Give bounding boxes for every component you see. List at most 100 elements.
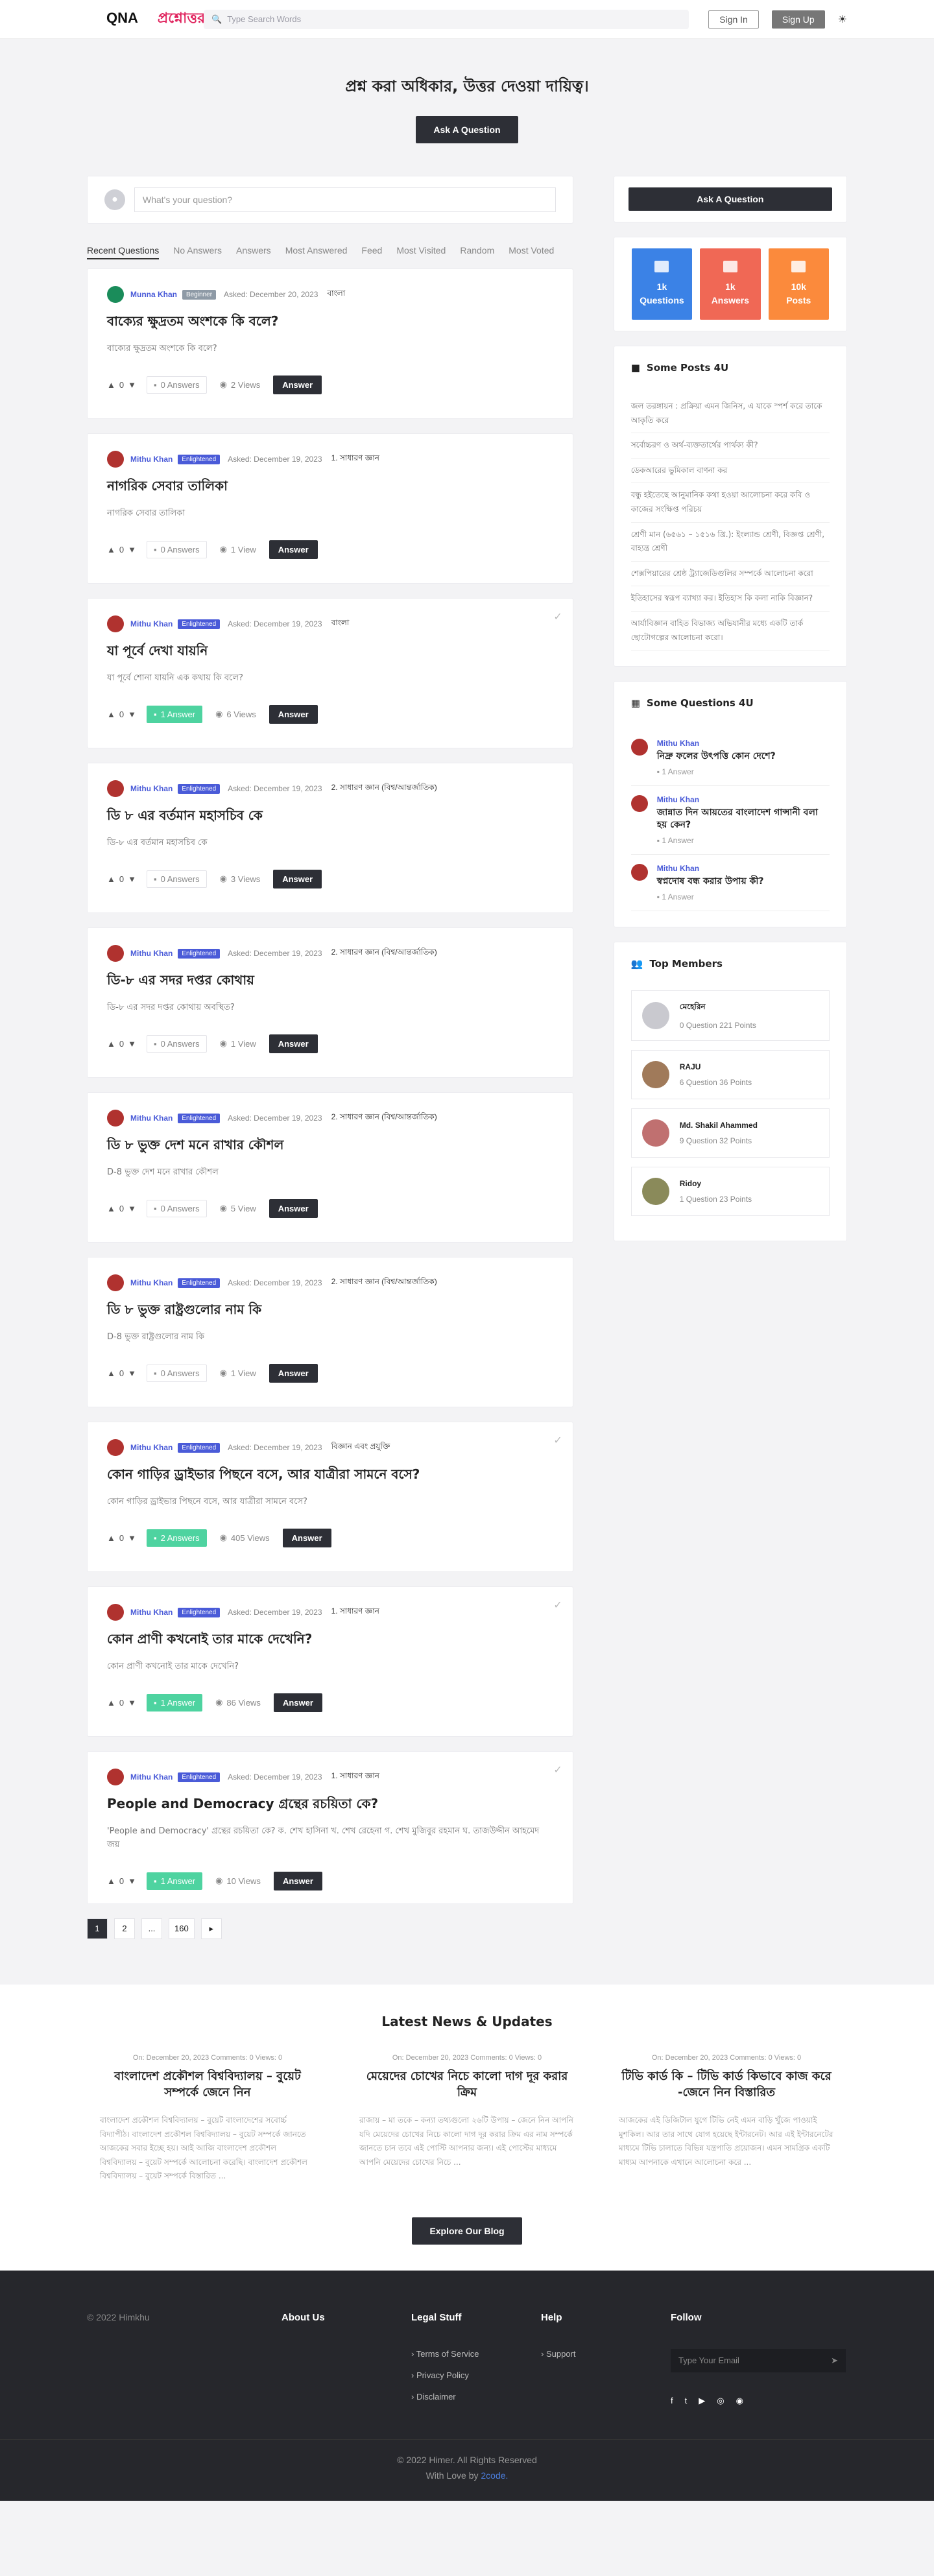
author-name[interactable]: Mithu Khan xyxy=(130,1278,173,1287)
member-card[interactable]: RAJU 6 Question 36 Points xyxy=(630,1049,830,1099)
avatar[interactable] xyxy=(107,451,124,468)
answer-button[interactable]: Answer xyxy=(273,375,322,394)
twitter-icon[interactable]: t xyxy=(685,2396,688,2406)
question-input[interactable]: What's your question? xyxy=(134,187,556,212)
newsletter-input[interactable]: Type Your Email ➤ xyxy=(671,2348,846,2372)
answer-button[interactable]: Answer xyxy=(273,869,322,888)
tab-answers[interactable]: Answers xyxy=(236,245,271,259)
support-link[interactable]: › Support xyxy=(541,2349,671,2359)
author-name[interactable]: Mithu Khan xyxy=(657,864,764,873)
send-icon[interactable]: ➤ xyxy=(831,2355,838,2366)
tab-most-voted[interactable]: Most Voted xyxy=(509,245,554,259)
question-title[interactable]: ডি ৮ এর বর্তমান মহাসচিব কে xyxy=(107,806,553,828)
vote-up-icon[interactable]: ▲ xyxy=(107,545,115,555)
answers-count[interactable]: ▪ 1 Answer xyxy=(146,1872,203,1890)
member-name[interactable]: Md. Shakil Ahammed xyxy=(680,1121,758,1130)
answer-button[interactable]: Answer xyxy=(269,1034,318,1053)
author-name[interactable]: Mithu Khan xyxy=(130,949,173,958)
vote-down-icon[interactable]: ▼ xyxy=(128,710,136,719)
vote-down-icon[interactable]: ▼ xyxy=(128,1204,136,1213)
vote-down-icon[interactable]: ▼ xyxy=(128,545,136,555)
site-logo[interactable]: QNA প্রশ্নোত্তর xyxy=(87,7,205,31)
privacy-link[interactable]: › Privacy Policy xyxy=(411,2370,541,2380)
question-title[interactable]: People and Democracy গ্রন্থের রচয়িতা কে… xyxy=(107,1795,553,1816)
vote-down-icon[interactable]: ▼ xyxy=(128,874,136,884)
member-card[interactable]: Md. Shakil Ahammed 9 Question 32 Points xyxy=(630,1108,830,1158)
side-question-title[interactable]: স্বপ্নদোষ বন্ধ করার উপায় কী? xyxy=(657,876,764,888)
avatar[interactable] xyxy=(630,739,648,756)
vote-down-icon[interactable]: ▼ xyxy=(128,1698,136,1708)
question-title[interactable]: ডি ৮ ভুক্ত রাষ্ট্রগুলোর নাম কি xyxy=(107,1300,553,1322)
vote-up-icon[interactable]: ▲ xyxy=(107,1204,115,1213)
avatar[interactable] xyxy=(107,1274,124,1291)
avatar[interactable] xyxy=(107,1439,124,1456)
avatar[interactable] xyxy=(630,794,648,812)
vote-up-icon[interactable]: ▲ xyxy=(107,380,115,390)
disclaimer-link[interactable]: › Disclaimer xyxy=(411,2392,541,2402)
sign-in-button[interactable]: Sign In xyxy=(708,10,759,29)
answer-button[interactable]: Answer xyxy=(282,1528,331,1547)
page-1[interactable]: 1 xyxy=(87,1918,108,1939)
question-title[interactable]: কোন গাড়ির ড্রাইভার পিছনে বসে, আর যাত্রী… xyxy=(107,1465,553,1486)
vote-up-icon[interactable]: ▲ xyxy=(107,1533,115,1543)
avatar[interactable] xyxy=(107,1110,124,1127)
vote-up-icon[interactable]: ▲ xyxy=(107,710,115,719)
news-title-link[interactable]: মেয়েদের চোখের নিচে কালো দাগ দূর করার ক্… xyxy=(359,2068,575,2101)
explore-blog-button[interactable]: Explore Our Blog xyxy=(412,2217,522,2245)
avatar[interactable] xyxy=(641,1119,669,1147)
page-160[interactable]: 160 xyxy=(169,1918,195,1939)
tab-random[interactable]: Random xyxy=(460,245,494,259)
youtube-icon[interactable]: ▶ xyxy=(699,2396,705,2406)
post-link[interactable]: ডেকআরের ভুমিকাল বাণনা কর xyxy=(630,459,830,484)
question-title[interactable]: কোন প্রাণী কখনোই তার মাকে দেখেনি? xyxy=(107,1630,553,1651)
avatar[interactable] xyxy=(641,1177,669,1205)
category-link[interactable]: 2. সাধারণ জ্ঞান (বিশ্ব/আন্তর্জাতিক) xyxy=(331,1112,437,1125)
post-link[interactable]: শ্রেণী মান (৬৫৬১ – ১৫১৬ খ্রি.): ইংল্যান্… xyxy=(630,523,830,562)
category-link[interactable]: 1. সাধারণ জ্ঞান xyxy=(331,1606,379,1619)
answers-count[interactable]: ▪ 0 Answers xyxy=(146,1199,207,1217)
category-link[interactable]: বিজ্ঞান এবং প্রযুক্তি xyxy=(331,1441,390,1454)
vote-down-icon[interactable]: ▼ xyxy=(128,1368,136,1378)
vote-up-icon[interactable]: ▲ xyxy=(107,1698,115,1708)
category-link[interactable]: 1. সাধারণ জ্ঞান xyxy=(331,1771,379,1783)
answer-button[interactable]: Answer xyxy=(273,1693,322,1712)
answers-count[interactable]: ▪ 0 Answers xyxy=(146,540,207,558)
avatar[interactable] xyxy=(641,1060,669,1088)
news-title-link[interactable]: টিভি কার্ড কি – টিভি কার্ড কিভাবে কাজ কর… xyxy=(619,2068,834,2101)
answer-button[interactable]: Answer xyxy=(269,704,318,724)
vote-up-icon[interactable]: ▲ xyxy=(107,1876,115,1886)
member-card[interactable]: Ridoy 1 Question 23 Points xyxy=(630,1166,830,1216)
theme-toggle-icon[interactable]: ☀ xyxy=(838,13,847,26)
credit-link[interactable]: 2code. xyxy=(481,2470,508,2481)
about-link[interactable]: About Us xyxy=(281,2312,411,2323)
author-name[interactable]: Munna Khan xyxy=(130,290,177,299)
sign-up-button[interactable]: Sign Up xyxy=(771,10,825,29)
author-name[interactable]: Mithu Khan xyxy=(130,784,173,793)
member-name[interactable]: RAJU xyxy=(680,1062,752,1071)
category-link[interactable]: 1. সাধারণ জ্ঞান xyxy=(331,453,379,466)
avatar[interactable] xyxy=(107,286,124,303)
category-link[interactable]: 2. সাধারণ জ্ঞান (বিশ্ব/আন্তর্জাতিক) xyxy=(331,947,437,960)
terms-link[interactable]: › Terms of Service xyxy=(411,2349,541,2359)
category-link[interactable]: 2. সাধারণ জ্ঞান (বিশ্ব/আন্তর্জাতিক) xyxy=(331,782,437,795)
avatar[interactable] xyxy=(630,863,648,881)
post-link[interactable]: সর্বোচ্চরণ ও অর্থ-ব্যক্ততার্থের পার্থক্য… xyxy=(630,433,830,459)
vote-up-icon[interactable]: ▲ xyxy=(107,1368,115,1378)
tab-feed[interactable]: Feed xyxy=(361,245,382,259)
tab-recent[interactable]: Recent Questions xyxy=(87,245,160,259)
question-title[interactable]: বাক্যের ক্ষুদ্রতম অংশকে কি বলে? xyxy=(107,312,553,333)
answers-count[interactable]: ▪ 0 Answers xyxy=(146,1364,207,1382)
question-title[interactable]: ডি-৮ এর সদর দপ্তর কোথায় xyxy=(107,971,553,992)
avatar[interactable] xyxy=(641,1001,669,1029)
news-title-link[interactable]: বাংলাদেশ প্রকৌশল বিশ্ববিদ্যালয় – বুয়েট… xyxy=(100,2068,315,2101)
vote-down-icon[interactable]: ▼ xyxy=(128,380,136,390)
vote-down-icon[interactable]: ▼ xyxy=(128,1533,136,1543)
category-link[interactable]: 2. সাধারণ জ্ঞান (বিশ্ব/আন্তর্জাতিক) xyxy=(331,1276,437,1289)
page-2[interactable]: 2 xyxy=(114,1918,135,1939)
hero-ask-button[interactable]: Ask A Question xyxy=(416,116,518,143)
answer-button[interactable]: Answer xyxy=(269,1363,318,1383)
member-name[interactable]: Ridoy xyxy=(680,1179,752,1188)
avatar[interactable] xyxy=(107,1769,124,1785)
side-question-title[interactable]: জান্নাত দিন আয়তের বাংলাদেশ গান্সানী বলা… xyxy=(657,807,830,832)
question-title[interactable]: ডি ৮ ভুক্ত দেশ মনে রাখার কৌশল xyxy=(107,1136,553,1157)
